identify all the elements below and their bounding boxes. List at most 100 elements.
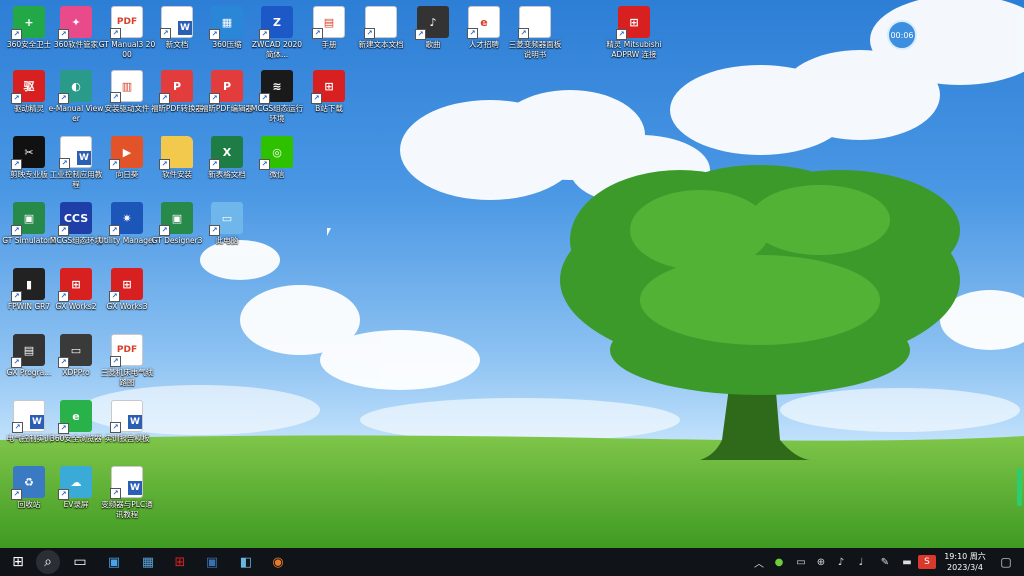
media-player-icon[interactable]: ◉ <box>264 548 292 576</box>
task-view-icon[interactable]: ▭ <box>66 548 94 576</box>
shortcut-arrow-icon: ↗ <box>58 29 69 40</box>
gx-works-taskbar-icon[interactable]: ⊞ <box>166 548 194 576</box>
shortcut-arrow-icon: ↗ <box>58 225 69 236</box>
shortcut-arrow-icon: ↗ <box>311 93 322 104</box>
desktop-icon-label: 360安全浏览器 <box>50 434 102 443</box>
shortcut-arrow-icon: ↗ <box>259 29 270 40</box>
desktop-icon[interactable]: e ↗ 人才招聘 <box>455 4 513 68</box>
desktop-icon[interactable]: ♪ ↗ 歌曲 <box>404 4 462 68</box>
volume-icon[interactable]: ♪ <box>832 548 850 576</box>
calculator-icon[interactable]: ▦ <box>134 548 162 576</box>
notification-center-icon[interactable]: ▢ <box>996 548 1016 576</box>
shortcut-arrow-icon: ↗ <box>59 158 70 169</box>
shortcut-arrow-icon: ↗ <box>11 357 22 368</box>
desktop-icon[interactable]: ↗ 新建文本文档 <box>352 4 410 68</box>
shortcut-arrow-icon: ↗ <box>11 489 22 500</box>
desktop-icon[interactable]: ⊞ ↗ 精灵 Mitsubishi ADPRW 连接 <box>605 4 663 68</box>
archive-icon: ▦ ↗ <box>209 6 243 40</box>
desktop-icon[interactable]: ⊞ ↗ B站下载 <box>300 68 358 132</box>
desktop-icon-label: MCGS组态环境 <box>49 236 103 245</box>
shortcut-arrow-icon: ↗ <box>58 423 69 434</box>
fpwin-icon: ▮ ↗ <box>11 268 45 302</box>
word-doc-icon: W ↗ <box>110 400 143 433</box>
desktop-icon[interactable]: ↗ 三菱变频器面板说明书 <box>506 4 564 68</box>
shortcut-arrow-icon: ↗ <box>58 357 69 368</box>
desktop-icon-label: e-Manual Viewer <box>48 104 104 123</box>
pen-icon[interactable]: ✎ <box>876 548 894 576</box>
shortcut-arrow-icon: ↗ <box>110 28 121 39</box>
pdf-icon: PDF ↗ <box>110 334 143 367</box>
search-icon[interactable]: ⌕ <box>36 550 60 574</box>
desktop-icon-label: MCGS组态运行环境 <box>250 104 304 123</box>
timer-text: 00:06 <box>890 30 914 40</box>
start-windows-icon[interactable]: ⊞ <box>4 548 32 576</box>
keyboard-icon[interactable]: ▬ <box>898 548 916 576</box>
desktop-icon[interactable]: ☁ ↗ EV录屏 <box>47 464 105 528</box>
desktop-icon-label: 此电脑 <box>215 236 239 245</box>
computer-icon: ▭ ↗ <box>209 202 243 236</box>
usb-icon[interactable]: ▭ <box>792 548 810 576</box>
desktop-icon[interactable]: ▭ ↗ XDPPro <box>47 332 105 396</box>
desktop-icon-label: 歌曲 <box>425 40 441 49</box>
sunflower-icon: ▶ ↗ <box>109 136 143 170</box>
gt-simulator-icon: ▣ ↗ <box>11 202 45 236</box>
pdf-icon: PDF ↗ <box>110 6 143 39</box>
desktop-icon-label: GX Works3 <box>106 302 148 311</box>
file-explorer-icon[interactable]: ▣ <box>100 548 128 576</box>
edge-panel-handle[interactable] <box>1017 468 1022 506</box>
xdppro-icon: ▭ ↗ <box>58 334 92 368</box>
desktop-icon[interactable]: ⊞ ↗ GX Works2 <box>47 266 105 330</box>
desktop-icon-label: 新建文本文档 <box>358 40 404 49</box>
desktop-icon[interactable]: ⊞ ↗ GX Works3 <box>98 266 156 330</box>
desktop-icon[interactable]: W ↗ 实训报告模板 <box>98 398 156 462</box>
utility-icon: ✷ ↗ <box>109 202 143 236</box>
desktop-icon[interactable]: Z ↗ ZWCAD 2020 简体... <box>248 4 306 68</box>
desktop-icon[interactable]: ◎ ↗ 微信 <box>248 134 306 198</box>
recording-timer-badge[interactable]: 00:06 <box>887 20 917 50</box>
desktop-icon[interactable]: W ↗ 工业控制应用教程 <box>47 134 105 198</box>
shortcut-arrow-icon: ↗ <box>58 489 69 500</box>
shortcut-arrow-icon: ↗ <box>58 291 69 302</box>
shortcut-arrow-icon: ↗ <box>364 28 375 39</box>
oscilloscope-icon: ≋ ↗ <box>259 70 293 104</box>
desktop-icon[interactable]: ≋ ↗ MCGS组态运行环境 <box>248 68 306 132</box>
wechat-icon: ◎ ↗ <box>259 136 293 170</box>
desktop-icon[interactable]: ◐ ↗ e-Manual Viewer <box>47 68 105 132</box>
manual-viewer-icon: ◐ ↗ <box>58 70 92 104</box>
desktop-icon[interactable]: ▤ ↗ 手册 <box>300 4 358 68</box>
desktop-icon[interactable]: W ↗ 变频器与PLC通讯教程 <box>98 464 156 528</box>
desktop-icon[interactable]: ✦ ↗ 360软件管家 <box>47 4 105 68</box>
shortcut-arrow-icon: ↗ <box>12 422 23 433</box>
desktop-icon[interactable]: e ↗ 360安全浏览器 <box>47 398 105 462</box>
pinwheel-icon: ✦ ↗ <box>58 6 92 40</box>
driver-icon: 驱 ↗ <box>11 70 45 104</box>
download-grid-icon: ⊞ ↗ <box>311 70 345 104</box>
mouse-cursor-icon <box>327 228 331 236</box>
shortcut-arrow-icon: ↗ <box>11 93 22 104</box>
shortcut-arrow-icon: ↗ <box>160 28 171 39</box>
shortcut-arrow-icon: ↗ <box>110 356 121 367</box>
shortcut-arrow-icon: ↗ <box>209 159 220 170</box>
desktop-icon[interactable]: PDF ↗ 三菱机床电气线路图 <box>98 332 156 396</box>
shortcut-arrow-icon: ↗ <box>159 93 170 104</box>
shortcut-arrow-icon: ↗ <box>312 28 323 39</box>
desktop-icon[interactable]: CCS ↗ MCGS组态环境 <box>47 200 105 264</box>
desktop-icon[interactable]: ▭ ↗ 此电脑 <box>198 200 256 264</box>
taskbar: ⊞ ⌕ ▭ ▣ ▦ ⊞ ▣ ◧ ◉ ︿ ● ▭ ⊕ ♪ ♩ ✎ ▬ S ▢ <box>0 548 1024 576</box>
taskbar-clock[interactable]: 19:10 周六 2023/3/4 <box>938 551 992 573</box>
chevron-up-icon[interactable]: ︿ <box>750 548 768 576</box>
desktop-icon-label: 精灵 Mitsubishi ADPRW 连接 <box>606 40 662 59</box>
pdf-converter-icon: P ↗ <box>159 70 193 104</box>
microphone-icon[interactable]: ♩ <box>852 548 870 576</box>
desktop-icon-label: 实训报告模板 <box>104 434 150 443</box>
shortcut-arrow-icon: ↗ <box>110 422 121 433</box>
input-method-icon[interactable]: S <box>918 555 936 569</box>
gt-designer-taskbar-icon[interactable]: ▣ <box>198 548 226 576</box>
network-icon[interactable]: ⊕ <box>812 548 830 576</box>
desktop-icon-label: 360软件管家 <box>53 40 99 49</box>
pdf-editor-icon: P ↗ <box>209 70 243 104</box>
browser-icon: e ↗ <box>58 400 92 434</box>
360-tray-icon[interactable]: ● <box>770 548 788 576</box>
installer-icon: ▥ ↗ <box>110 70 143 103</box>
notepad-icon[interactable]: ◧ <box>232 548 260 576</box>
